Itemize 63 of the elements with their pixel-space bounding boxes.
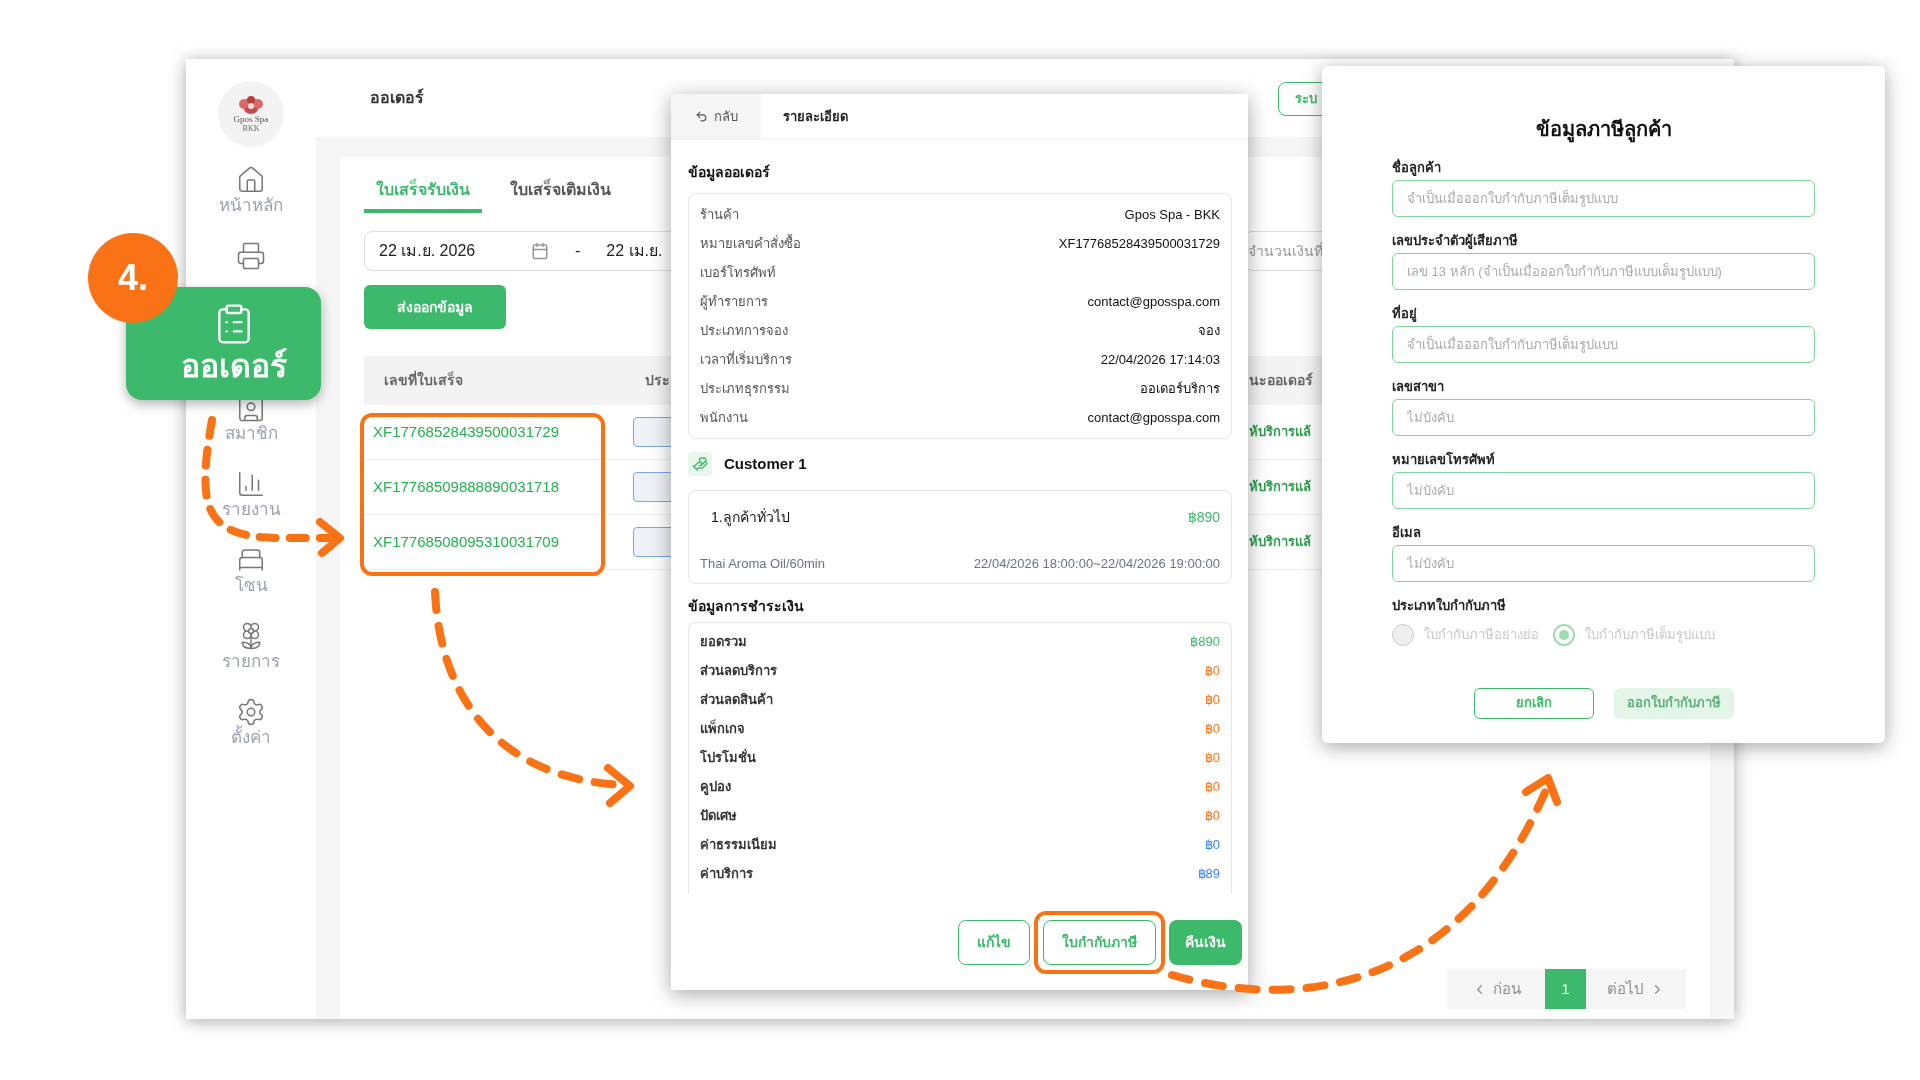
column-header: เลขที่ใบเสร็จ bbox=[383, 370, 463, 390]
order-status: ห้บริการแล้ bbox=[1249, 533, 1311, 552]
section-title: ข้อมูลการชำระเงิน bbox=[688, 597, 805, 617]
field-value: จอง bbox=[1198, 321, 1220, 340]
field-label: ประเภทการจอง bbox=[700, 321, 788, 340]
field-label: เลขสาขา bbox=[1392, 378, 1445, 395]
column-header: นะออเดอร์ bbox=[1249, 371, 1313, 390]
customer-name: 1.ลูกค้าทั่วไป bbox=[711, 507, 790, 528]
field-value: XF17768528439500031729 bbox=[1058, 234, 1220, 253]
payment-amount: ฿890 bbox=[1190, 632, 1220, 651]
payment-amount: ฿0 bbox=[1204, 719, 1220, 738]
payment-amount: ฿0 bbox=[1204, 690, 1220, 709]
logo-name: Gpos Spa bbox=[233, 114, 269, 124]
payment-label: ยอดรวม bbox=[700, 632, 747, 651]
payment-label: โปรโมชั่น bbox=[700, 747, 756, 767]
customer-title: Customer 1 bbox=[724, 453, 807, 474]
payment-amount: ฿0 bbox=[1204, 777, 1220, 796]
field-label: ชื่อลูกค้า bbox=[1392, 158, 1442, 176]
field-label: ร้านค้า bbox=[700, 205, 739, 224]
field-value: Gpos Spa - BKK bbox=[1124, 205, 1220, 224]
field-label: ผู้ทำรายการ bbox=[700, 292, 768, 312]
field-value: contact@gposspa.com bbox=[1087, 292, 1220, 311]
field-label: ประเภทธุรกรรม bbox=[700, 379, 790, 399]
date-separator: - bbox=[574, 241, 582, 261]
order-status: ห้บริการแล้ bbox=[1249, 423, 1311, 442]
logo-branch: BKK bbox=[242, 123, 260, 134]
payment-label: ส่วนลดบริการ bbox=[700, 661, 777, 680]
field-label: หมายเลขคำสั่งซื้อ bbox=[700, 233, 801, 253]
field-label: ที่อยู่ bbox=[1392, 304, 1418, 322]
field-label: เวลาที่เริ่มบริการ bbox=[700, 350, 792, 369]
field-label: อีเมล bbox=[1392, 524, 1422, 541]
service-price: ฿890 bbox=[1187, 508, 1220, 527]
step-badge: 4. bbox=[88, 233, 178, 323]
payment-label: ปัดเศษ bbox=[700, 806, 737, 825]
field-label: เบอร์โทรศัพท์ bbox=[700, 263, 776, 282]
service-time: 22/04/2026 18:00:00~22/04/2026 19:00:00 bbox=[973, 554, 1220, 573]
payment-label: ค่าบริการ bbox=[700, 864, 753, 883]
payment-amount: ฿0 bbox=[1204, 806, 1220, 825]
section-title: ข้อมูลออเดอร์ bbox=[688, 163, 771, 183]
service-name: Thai Aroma Oil/60min bbox=[700, 554, 825, 573]
payment-label: คูปอง bbox=[700, 777, 731, 797]
payment-amount: ฿0 bbox=[1204, 661, 1220, 680]
field-label: เลขประจำตัวผู้เสียภาษี bbox=[1392, 232, 1519, 249]
field-value: ออเดอร์บริการ bbox=[1140, 379, 1220, 398]
field-value: contact@gposspa.com bbox=[1087, 408, 1220, 427]
dialog-title: ข้อมูลภาษีลูกค้า bbox=[1392, 114, 1815, 144]
payment-label: แพ็กเกจ bbox=[700, 718, 745, 738]
field-label: หมายเลขโทรศัพท์ bbox=[1392, 451, 1496, 468]
start-date: 22 เม.ย. 2026 bbox=[379, 241, 477, 261]
field-label: ประเภทใบกำกับภาษี bbox=[1392, 596, 1507, 615]
column-header: ประ bbox=[645, 371, 670, 390]
page-title: ออเดอร์ bbox=[370, 87, 424, 108]
end-date: 22 เม.ย. bbox=[606, 241, 663, 261]
callout-label: ออเดอร์ bbox=[180, 346, 287, 386]
payment-amount: ฿0 bbox=[1204, 835, 1220, 854]
order-status: ห้บริการแล้ bbox=[1249, 478, 1311, 497]
payment-label: ส่วนลดสินค้า bbox=[700, 690, 773, 709]
payment-amount: ฿0 bbox=[1204, 748, 1220, 767]
field-label: พนักงาน bbox=[700, 408, 748, 427]
field-value: 22/04/2026 17:14:03 bbox=[1100, 350, 1220, 369]
payment-label: ค่าธรรมเนียม bbox=[700, 835, 777, 854]
panel-title: รายละเอียด bbox=[783, 107, 848, 126]
payment-amount: ฿89 bbox=[1197, 864, 1220, 883]
